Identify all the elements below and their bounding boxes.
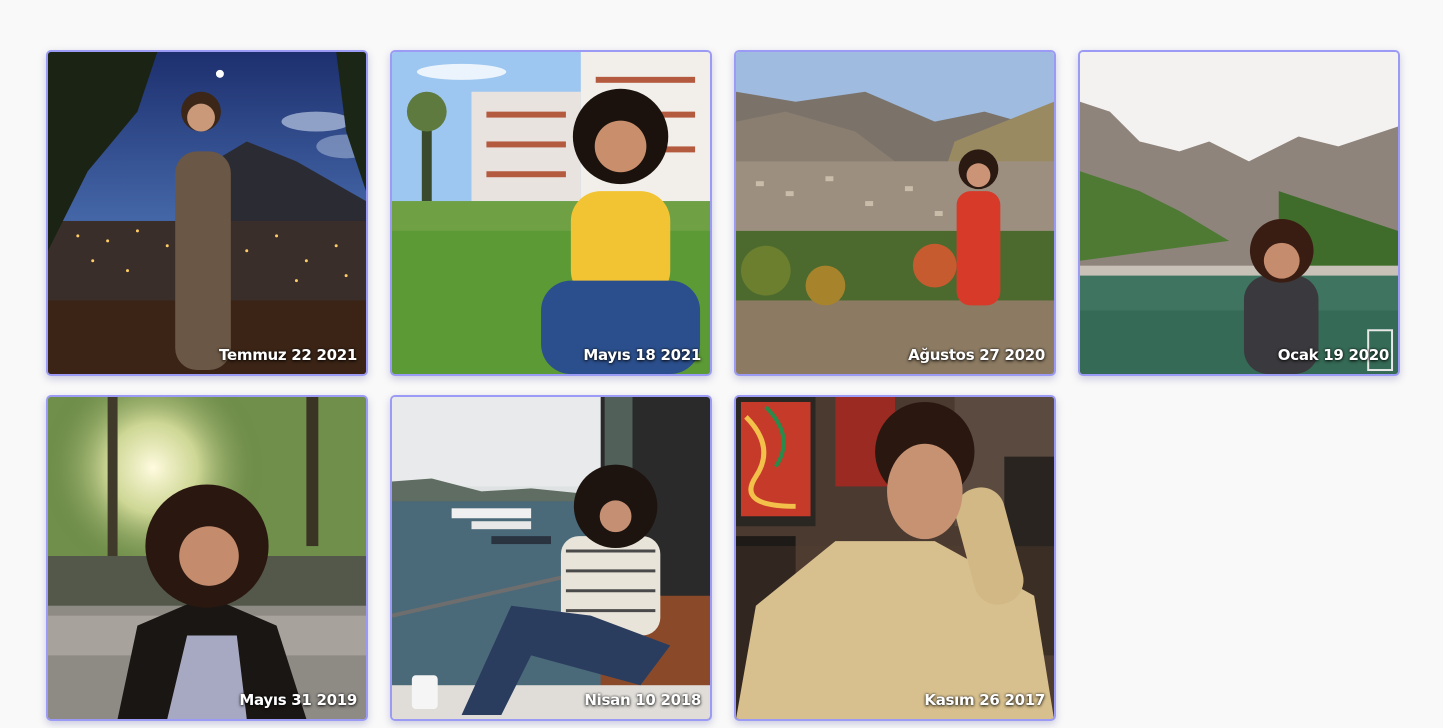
photo-date: Mayıs 31 2019: [239, 691, 357, 709]
photo-card[interactable]: Ağustos 27 2020: [734, 50, 1056, 376]
photo-date: Mayıs 18 2021: [583, 346, 701, 364]
photo-gallery: Temmuz 22 2021 Mayıs 18 2021 Ağustos 27 …: [46, 50, 1400, 721]
photo-card[interactable]: Nisan 10 2018: [390, 395, 712, 721]
photo-image: [392, 52, 710, 374]
photo-image: [48, 397, 366, 719]
photo-date: Ağustos 27 2020: [908, 346, 1045, 364]
photo-image: [736, 52, 1054, 374]
photo-card[interactable]: Ocak 19 2020: [1078, 50, 1400, 376]
photo-date: Temmuz 22 2021: [219, 346, 357, 364]
photo-card[interactable]: Temmuz 22 2021: [46, 50, 368, 376]
photo-image: [48, 52, 366, 374]
photo-card[interactable]: Kasım 26 2017: [734, 395, 1056, 721]
photo-card[interactable]: Mayıs 31 2019: [46, 395, 368, 721]
photo-date: Ocak 19 2020: [1277, 346, 1390, 364]
photo-image: [392, 397, 710, 719]
photo-date: Nisan 10 2018: [584, 691, 701, 709]
photo-card[interactable]: Mayıs 18 2021: [390, 50, 712, 376]
photo-image: [1080, 52, 1398, 374]
photo-date: Kasım 26 2017: [924, 691, 1045, 709]
photo-image: [736, 397, 1054, 719]
